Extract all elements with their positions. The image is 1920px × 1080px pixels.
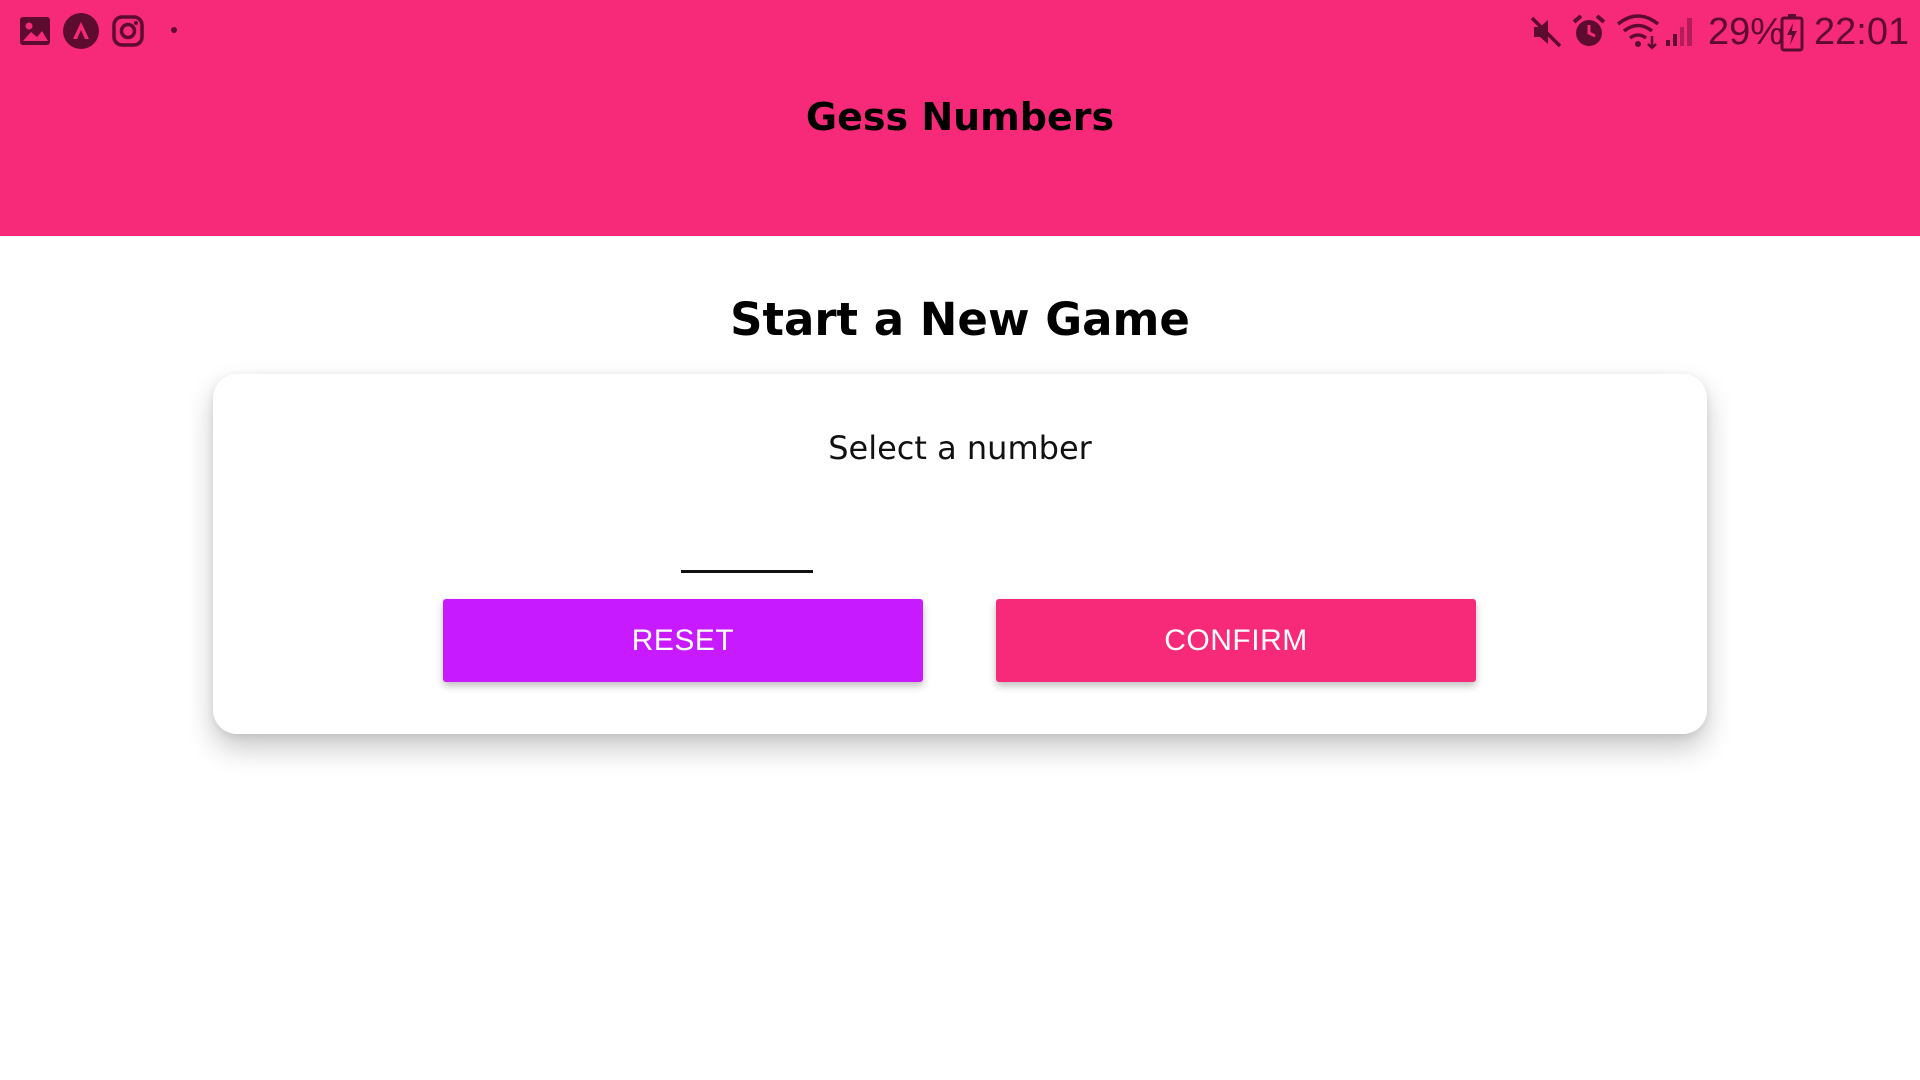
new-game-card: Select a number: [213, 374, 1707, 734]
reset-button[interactable]: RESET: [443, 599, 923, 682]
notification-dot-icon: [170, 26, 178, 34]
select-number-label: Select a number: [828, 429, 1092, 467]
signal-icon: [1664, 14, 1696, 48]
status-bar: 29% 22:01: [0, 0, 1920, 64]
mute-icon: [1528, 14, 1564, 50]
wifi-icon: [1616, 12, 1662, 50]
gallery-icon: [18, 14, 52, 48]
app-logo-icon: [62, 12, 100, 50]
battery-icon: [1780, 12, 1804, 52]
confirm-button[interactable]: CONFIRM: [996, 599, 1476, 682]
battery-percent: 29%: [1708, 11, 1785, 53]
status-time: 22:01: [1814, 11, 1910, 53]
alarm-icon: [1570, 12, 1608, 50]
app-header: 29% 22:01 Gess Numbers: [0, 0, 1920, 236]
number-input[interactable]: [681, 514, 813, 573]
app-title: Gess Numbers: [805, 95, 1115, 139]
instagram-icon: [111, 14, 145, 48]
page-title: Start a New Game: [730, 293, 1190, 346]
